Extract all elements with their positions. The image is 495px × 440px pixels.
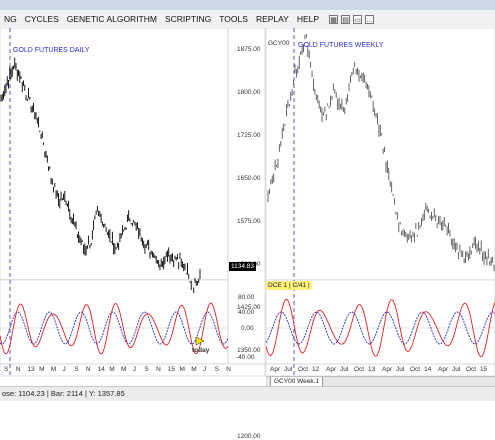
current-price-box: 1134.83 bbox=[229, 262, 257, 271]
time-axis-label: 14 bbox=[97, 366, 105, 373]
time-axis-label: 14 bbox=[424, 366, 432, 373]
time-axis-label: N bbox=[85, 366, 91, 373]
time-axis-label: Oct bbox=[466, 366, 477, 373]
time-axis-label: 13 bbox=[27, 366, 35, 373]
time-axis-label: M bbox=[50, 366, 57, 373]
time-axis-label: M bbox=[109, 366, 115, 373]
time-axis-label: Oct bbox=[354, 366, 365, 373]
price-axis-label: 1725.00 bbox=[237, 132, 261, 139]
time-axis-label: S bbox=[214, 366, 219, 373]
table-icon[interactable]: ▦ bbox=[329, 14, 339, 24]
time-axis-label: N bbox=[226, 366, 231, 373]
time-axis-label: Apr bbox=[382, 366, 393, 373]
right-chart-symbol: GCY00 bbox=[268, 40, 290, 47]
menu-item-tools[interactable]: TOOLS bbox=[215, 14, 252, 24]
left-chart-title: GOLD FUTURES DAILY bbox=[13, 47, 90, 54]
window-icon[interactable]: ▭ bbox=[353, 14, 363, 24]
price-axis-label: 1350.00 bbox=[237, 347, 261, 354]
time-axis-label: Apr bbox=[326, 366, 337, 373]
time-axis-label: Jul bbox=[452, 366, 461, 373]
price-axis-label: 1200.00 bbox=[237, 433, 261, 440]
price-axis-label: 1800.00 bbox=[237, 89, 261, 96]
osc-axis-label-80: 80.00 bbox=[238, 294, 255, 301]
time-axis-label: M bbox=[121, 366, 127, 373]
time-axis-label: Jul bbox=[284, 366, 293, 373]
time-axis-label: M bbox=[39, 366, 45, 373]
menu-item-help[interactable]: HELP bbox=[293, 14, 323, 24]
time-axis-label: 15 bbox=[167, 366, 176, 373]
right-chart-title: GOLD FUTURES WEEKLY bbox=[298, 42, 384, 49]
osc-axis-label-0: 0.00 bbox=[241, 325, 254, 332]
time-axis-label: Oct bbox=[410, 366, 421, 373]
today-label: today bbox=[192, 347, 210, 354]
time-axis-label: S bbox=[74, 366, 79, 373]
time-axis-label: M bbox=[179, 366, 185, 373]
menu-item-ng[interactable]: NG bbox=[0, 14, 21, 24]
menu-item-scripting[interactable]: SCRIPTING bbox=[161, 14, 215, 24]
toolbar-icons: ▦ ▤ ▭ … bbox=[329, 14, 377, 24]
osc-axis-label-40: 40.00 bbox=[238, 309, 255, 316]
menu-item-genetic-algorithm[interactable]: GENETIC ALGORITHM bbox=[63, 14, 161, 24]
grid-icon[interactable]: ▤ bbox=[341, 14, 351, 24]
time-axis-label: 15 bbox=[480, 366, 488, 373]
time-axis-label: M bbox=[191, 366, 197, 373]
time-axis-label: 13 bbox=[368, 366, 376, 373]
time-axis-label: J bbox=[132, 366, 136, 373]
time-axis-label: Apr bbox=[438, 366, 449, 373]
time-axis-label: S bbox=[144, 366, 149, 373]
time-axis-label: Jul bbox=[396, 366, 405, 373]
time-axis-label: Oct bbox=[298, 366, 309, 373]
time-axis-label: J bbox=[62, 366, 66, 373]
oscillator-settings-badge[interactable]: DCE 1 | C/41 | bbox=[266, 281, 312, 290]
menu-bar: NG CYCLES GENETIC ALGORITHM SCRIPTING TO… bbox=[0, 10, 495, 29]
status-text: ose: 1104.23 | Bar: 2114 | Y: 1357.85 bbox=[2, 389, 125, 398]
time-axis-label: Jul bbox=[340, 366, 349, 373]
menu-item-cycles[interactable]: CYCLES bbox=[21, 14, 63, 24]
ellipsis-icon[interactable]: … bbox=[365, 14, 375, 24]
status-bar: ose: 1104.23 | Bar: 2114 | Y: 1357.85 bbox=[0, 386, 495, 401]
right-price-pane[interactable] bbox=[265, 28, 495, 281]
time-axis-label: N bbox=[15, 366, 21, 373]
osc-axis-label-minus40: -40.00 bbox=[236, 354, 255, 361]
time-axis-label: J bbox=[202, 366, 207, 373]
price-axis-label: 1650.00 bbox=[237, 175, 261, 182]
time-axis-label: Apr bbox=[270, 366, 281, 373]
price-axis-label: 1875.00 bbox=[237, 46, 261, 53]
price-axis-label: 1575.00 bbox=[237, 218, 261, 225]
charts-area bbox=[0, 28, 495, 377]
time-axis-label: S bbox=[4, 366, 9, 373]
time-axis-label: N bbox=[156, 366, 161, 373]
time-axis-label: 12 bbox=[312, 366, 320, 373]
menu-item-replay[interactable]: REPLAY bbox=[252, 14, 293, 24]
left-price-pane[interactable] bbox=[0, 28, 229, 281]
